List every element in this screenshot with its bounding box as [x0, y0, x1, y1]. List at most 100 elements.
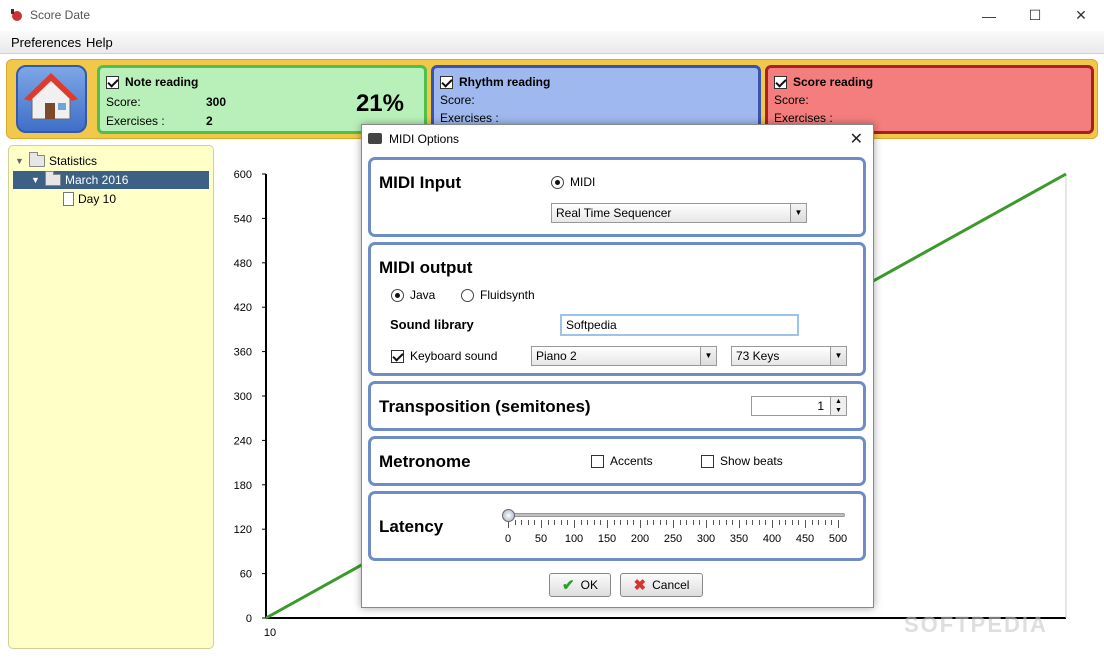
- dialog-title-bar: MIDI Options ✕: [362, 125, 873, 153]
- slider-tick: [758, 520, 760, 525]
- keyboard-sound-checkbox[interactable]: [391, 349, 404, 363]
- fluidsynth-radio-option[interactable]: Fluidsynth: [461, 288, 535, 302]
- menu-preferences[interactable]: Preferences: [11, 35, 81, 50]
- score-reading-checkbox[interactable]: [774, 75, 787, 89]
- slider-tick: [798, 520, 800, 525]
- accents-label: Accents: [610, 454, 653, 468]
- slider-tick: [805, 520, 806, 528]
- spinner-arrows-icon[interactable]: ▲ ▼: [830, 397, 846, 415]
- slider-tick: [785, 520, 787, 525]
- expand-triangle-icon[interactable]: ▼: [31, 175, 41, 185]
- transposition-section: Transposition (semitones) 1 ▲ ▼: [368, 381, 866, 431]
- title-bar: Score Date — ☐ ✕: [0, 0, 1104, 31]
- slider-tick: [818, 520, 820, 525]
- sound-library-label: Sound library: [390, 317, 474, 332]
- keys-select[interactable]: 73 Keys ▼: [731, 346, 847, 366]
- slider-tick: [706, 520, 707, 528]
- rhythm-score-label: Score:: [440, 93, 475, 107]
- latency-slider[interactable]: 0 50 100 150 200 250 300 350 400 450 500: [501, 504, 851, 552]
- tree-item-march-2016[interactable]: ▼ March 2016: [13, 171, 209, 189]
- note-reading-checkbox[interactable]: [106, 75, 119, 89]
- ok-label: OK: [580, 578, 598, 592]
- fluidsynth-radio[interactable]: [461, 288, 474, 302]
- maximize-button[interactable]: ☐: [1012, 0, 1058, 31]
- slider-thumb[interactable]: [502, 509, 515, 522]
- slider-tick-label: 250: [663, 533, 683, 545]
- slider-tick: [653, 520, 655, 525]
- slider-tick: [719, 520, 721, 525]
- java-radio-option[interactable]: Java: [391, 288, 435, 302]
- minimize-button[interactable]: —: [966, 0, 1012, 31]
- accents-option[interactable]: Accents: [591, 454, 653, 468]
- note-score-value: 300: [206, 95, 227, 109]
- slider-tick-label: 200: [630, 533, 650, 545]
- y-tick-label: 360: [234, 347, 252, 359]
- rhythm-reading-checkbox[interactable]: [440, 75, 453, 89]
- slider-tick: [778, 520, 780, 525]
- y-tick-label: 240: [234, 435, 252, 447]
- midi-input-section: MIDI Input MIDI Real Time Sequencer ▼: [368, 157, 866, 237]
- checkmark-icon: ✔: [562, 577, 575, 594]
- slider-tick: [640, 520, 641, 528]
- app-icon: [11, 9, 22, 21]
- transposition-value: 1: [817, 399, 824, 413]
- y-tick-label: 480: [234, 258, 252, 270]
- slider-tick: [560, 520, 562, 525]
- midi-radio-option[interactable]: MIDI: [551, 175, 595, 189]
- y-tick-label: 60: [240, 569, 252, 581]
- midi-options-dialog: MIDI Options ✕ MIDI Input MIDI Real Time…: [361, 124, 874, 608]
- note-reading-title: Note reading: [106, 75, 198, 89]
- show-beats-option[interactable]: Show beats: [701, 454, 783, 468]
- folder-icon: [29, 152, 45, 167]
- keyboard-sound-option[interactable]: Keyboard sound: [391, 349, 497, 363]
- slider-tick: [554, 520, 556, 525]
- slider-tick: [593, 520, 595, 525]
- window-title: Score Date: [30, 8, 91, 22]
- slider-tick-label: 500: [828, 533, 848, 545]
- slider-tick: [725, 520, 727, 525]
- instrument-select[interactable]: Piano 2 ▼: [531, 346, 717, 366]
- keys-value: 73 Keys: [736, 349, 780, 363]
- sound-library-input[interactable]: Softpedia: [560, 314, 799, 336]
- midi-input-device-select[interactable]: Real Time Sequencer ▼: [551, 203, 807, 223]
- show-beats-checkbox[interactable]: [701, 454, 714, 468]
- accents-checkbox[interactable]: [591, 454, 604, 468]
- note-score-label: Score:: [106, 95, 141, 109]
- slider-tick: [673, 520, 674, 528]
- dialog-close-icon[interactable]: ✕: [850, 129, 863, 149]
- transposition-title: Transposition (semitones): [379, 397, 591, 416]
- menu-bar: Preferences Help: [0, 31, 1104, 54]
- slider-tick: [745, 520, 747, 525]
- close-button[interactable]: ✕: [1058, 0, 1104, 31]
- slider-tick: [600, 520, 602, 525]
- midi-input-device-value: Real Time Sequencer: [556, 206, 672, 220]
- slider-tick: [679, 520, 681, 525]
- score-score-label: Score:: [774, 93, 809, 107]
- ok-button[interactable]: ✔ OK: [549, 573, 611, 597]
- home-button[interactable]: [16, 65, 87, 133]
- cancel-button[interactable]: ✖ Cancel: [620, 573, 703, 597]
- transposition-spinner[interactable]: 1 ▲ ▼: [751, 396, 847, 416]
- menu-help[interactable]: Help: [86, 35, 113, 50]
- show-beats-label: Show beats: [720, 454, 783, 468]
- metronome-title: Metronome: [379, 452, 471, 471]
- slider-tick-label: 350: [729, 533, 749, 545]
- dialog-title: MIDI Options: [389, 132, 460, 146]
- slider-tick-label: 300: [696, 533, 716, 545]
- statistics-tree: ▼ Statistics ▼ March 2016 Day 10: [8, 145, 214, 649]
- latency-section: Latency 0 50 100 150 200 250 300 350 400 450 500: [368, 491, 866, 561]
- score-reading-title: Score reading: [774, 75, 873, 89]
- java-radio[interactable]: [391, 288, 404, 302]
- slider-tick: [521, 520, 523, 525]
- midi-output-section: MIDI output Java Fluidsynth Sound librar…: [368, 242, 866, 376]
- expand-triangle-icon[interactable]: ▼: [15, 156, 25, 166]
- folder-icon: [45, 171, 61, 186]
- tree-item-day-10[interactable]: Day 10: [63, 192, 116, 206]
- y-tick-label: 180: [234, 480, 252, 492]
- tree-item-statistics[interactable]: ▼ Statistics: [15, 152, 97, 168]
- slider-tick: [534, 520, 536, 525]
- slider-tick: [699, 520, 701, 525]
- midi-radio[interactable]: [551, 175, 564, 189]
- y-tick-label: 540: [234, 213, 252, 225]
- note-reading-label: Note reading: [125, 75, 199, 89]
